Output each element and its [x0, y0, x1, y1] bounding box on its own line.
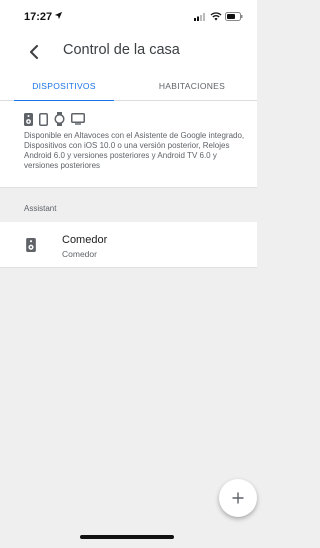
tab-rooms[interactable]: HABITACIONES: [128, 70, 256, 101]
tab-devices-label: DISPOSITIVOS: [32, 80, 96, 91]
compatibility-info: Disponible en Altavoces con el Asistente…: [0, 101, 257, 188]
compatibility-text: Disponible en Altavoces con el Asistente…: [24, 131, 245, 170]
watch-icon: [54, 112, 65, 126]
back-arrow-icon: [30, 45, 38, 59]
device-list-item[interactable]: Comedor Comedor: [0, 222, 257, 268]
status-icons: [194, 11, 243, 21]
speaker-icon: [24, 112, 33, 126]
plus-icon: [232, 492, 244, 504]
cellular-signal-icon: [194, 12, 205, 21]
app-bar: Control de la casa: [0, 34, 257, 70]
section-header: Assistant: [24, 204, 57, 213]
tv-icon: [71, 113, 85, 125]
wifi-icon: [210, 11, 222, 20]
status-time: 17:27: [24, 11, 53, 23]
tab-rooms-label: HABITACIONES: [158, 80, 226, 91]
location-arrow-icon: [54, 11, 63, 20]
status-bar: 17:27: [0, 0, 257, 34]
battery-icon: [225, 11, 243, 21]
tab-devices[interactable]: DISPOSITIVOS: [0, 70, 128, 102]
add-button[interactable]: [219, 479, 257, 517]
home-indicator[interactable]: [80, 535, 174, 539]
speaker-icon: [26, 238, 36, 252]
page-title: Control de la casa: [63, 42, 180, 58]
tab-bar: DISPOSITIVOS HABITACIONES: [0, 70, 257, 102]
back-button[interactable]: [22, 40, 46, 64]
device-room: Comedor: [62, 249, 97, 259]
phone-icon: [39, 112, 48, 126]
device-name: Comedor: [62, 234, 108, 246]
device-type-icons: [24, 112, 85, 126]
